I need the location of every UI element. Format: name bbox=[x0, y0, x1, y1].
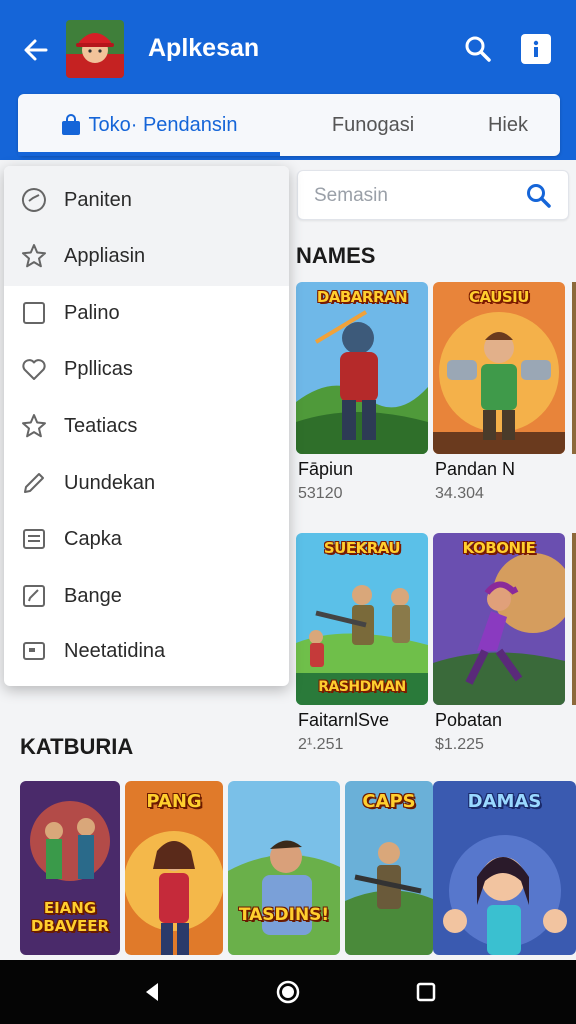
menu-item[interactable]: Neetatidina bbox=[4, 623, 289, 679]
app-bar: Aplkesan Toko· Pendansin Funogasi Hiek bbox=[0, 0, 576, 160]
menu-item[interactable]: Capka bbox=[4, 511, 289, 567]
tab-hiek[interactable]: Hiek bbox=[458, 94, 558, 156]
game-card-peek bbox=[572, 282, 576, 454]
pencil-icon bbox=[20, 469, 48, 497]
category-logo: CAPS bbox=[362, 791, 416, 812]
game-art: KOBONIE bbox=[433, 533, 565, 705]
game-count: 34.304 bbox=[435, 485, 484, 502]
nav-back-button[interactable] bbox=[136, 976, 168, 1008]
search-button[interactable] bbox=[460, 31, 496, 67]
game-art: DABARRAN bbox=[296, 282, 428, 454]
category-tile[interactable]: CAPS bbox=[345, 781, 433, 955]
search-box bbox=[297, 170, 569, 220]
dropdown-menu: Paniten Appliasin Palino Ppllicas Teatia… bbox=[4, 166, 289, 686]
tab-funogasi[interactable]: Funogasi bbox=[288, 94, 458, 156]
system-nav-bar bbox=[0, 960, 576, 1024]
menu-item[interactable]: Bange bbox=[4, 568, 289, 624]
menu-item[interactable]: Uundekan bbox=[4, 455, 289, 511]
categories-section-title: KATBURIA bbox=[20, 734, 134, 759]
menu-item-label: Ppllicas bbox=[64, 357, 133, 380]
edit-box-icon bbox=[20, 582, 48, 610]
category-logo: EIANG DBAVEER bbox=[30, 899, 110, 935]
star-icon bbox=[20, 242, 48, 270]
game-card-peek bbox=[572, 533, 576, 705]
menu-item[interactable]: Ppllicas bbox=[4, 341, 289, 397]
back-button[interactable] bbox=[18, 32, 54, 68]
menu-item-label: Appliasin bbox=[64, 244, 146, 267]
menu-item-label: Uundekan bbox=[64, 471, 156, 494]
game-art: CAUSIU bbox=[433, 282, 565, 454]
card-icon bbox=[20, 637, 48, 665]
menu-item-label: Bange bbox=[64, 584, 122, 607]
category-tile[interactable]: DAMAS bbox=[433, 781, 576, 955]
nav-home-button[interactable] bbox=[272, 976, 304, 1008]
game-name: Pandan N bbox=[435, 459, 516, 479]
game-name: Pobatan bbox=[435, 710, 503, 730]
category-tile[interactable]: EIANG DBAVEER bbox=[20, 781, 120, 955]
circle-home-icon bbox=[276, 980, 300, 1004]
tab-bar: Toko· Pendansin Funogasi Hiek bbox=[18, 94, 560, 156]
category-logo: DAMAS bbox=[467, 791, 542, 812]
game-art: SUEKRAU RASHDMAN bbox=[296, 533, 428, 705]
game-count: 53120 bbox=[298, 485, 343, 502]
avatar[interactable] bbox=[66, 20, 124, 78]
document-icon bbox=[20, 525, 48, 553]
game-name: FaitarnlSve bbox=[298, 710, 390, 730]
category-logo: TASDINS! bbox=[238, 905, 330, 925]
tab-funogasi-label: Funogasi bbox=[331, 113, 415, 136]
tab-hiek-label: Hiek bbox=[487, 113, 528, 136]
active-tab-indicator bbox=[18, 152, 280, 156]
game-logo: CAUSIU bbox=[469, 288, 529, 306]
menu-item-label: Paniten bbox=[64, 188, 132, 211]
star-icon bbox=[20, 412, 48, 440]
triangle-back-icon bbox=[146, 983, 158, 1001]
game-name: Fāpiun bbox=[298, 459, 354, 479]
app-title: Aplkesan bbox=[148, 34, 260, 62]
game-logo: DABARRAN bbox=[316, 288, 408, 306]
category-logo: PANG bbox=[146, 791, 202, 812]
menu-item-label: Palino bbox=[64, 301, 120, 324]
game-logo: KOBONIE bbox=[462, 539, 536, 557]
search-submit-icon[interactable] bbox=[526, 183, 552, 214]
menu-item-label: Neetatidina bbox=[64, 639, 166, 662]
square-icon bbox=[20, 299, 48, 327]
arrow-left-icon bbox=[24, 39, 48, 61]
game-logo-bottom: RASHDMAN bbox=[318, 679, 406, 695]
tab-store-label: Toko· Pendansin bbox=[88, 113, 238, 136]
menu-item[interactable]: Teatiacs bbox=[4, 398, 289, 454]
info-button[interactable] bbox=[521, 34, 551, 64]
search-input[interactable] bbox=[314, 181, 514, 211]
shopping-bag-icon bbox=[61, 114, 81, 136]
menu-item-label: Capka bbox=[64, 527, 122, 550]
menu-item[interactable]: Appliasin bbox=[4, 228, 289, 284]
menu-item[interactable]: Paniten bbox=[4, 172, 289, 228]
square-recents-icon bbox=[416, 982, 436, 1002]
tab-store[interactable]: Toko· Pendansin bbox=[18, 94, 280, 156]
category-tile[interactable]: PANG bbox=[125, 781, 223, 955]
compass-badge-icon bbox=[20, 186, 48, 214]
nav-recents-button[interactable] bbox=[410, 976, 442, 1008]
menu-item-label: Teatiacs bbox=[64, 414, 138, 437]
names-section-title: NAMES bbox=[296, 243, 376, 268]
game-count: 2¹.251 bbox=[298, 736, 344, 753]
info-icon bbox=[533, 40, 539, 57]
category-tile[interactable]: TASDINS! bbox=[228, 781, 340, 955]
heart-icon bbox=[20, 355, 48, 383]
menu-item[interactable]: Palino bbox=[4, 285, 289, 341]
game-logo: SUEKRAU bbox=[323, 539, 401, 557]
search-icon bbox=[465, 36, 491, 62]
game-count: $1.225 bbox=[435, 736, 484, 753]
